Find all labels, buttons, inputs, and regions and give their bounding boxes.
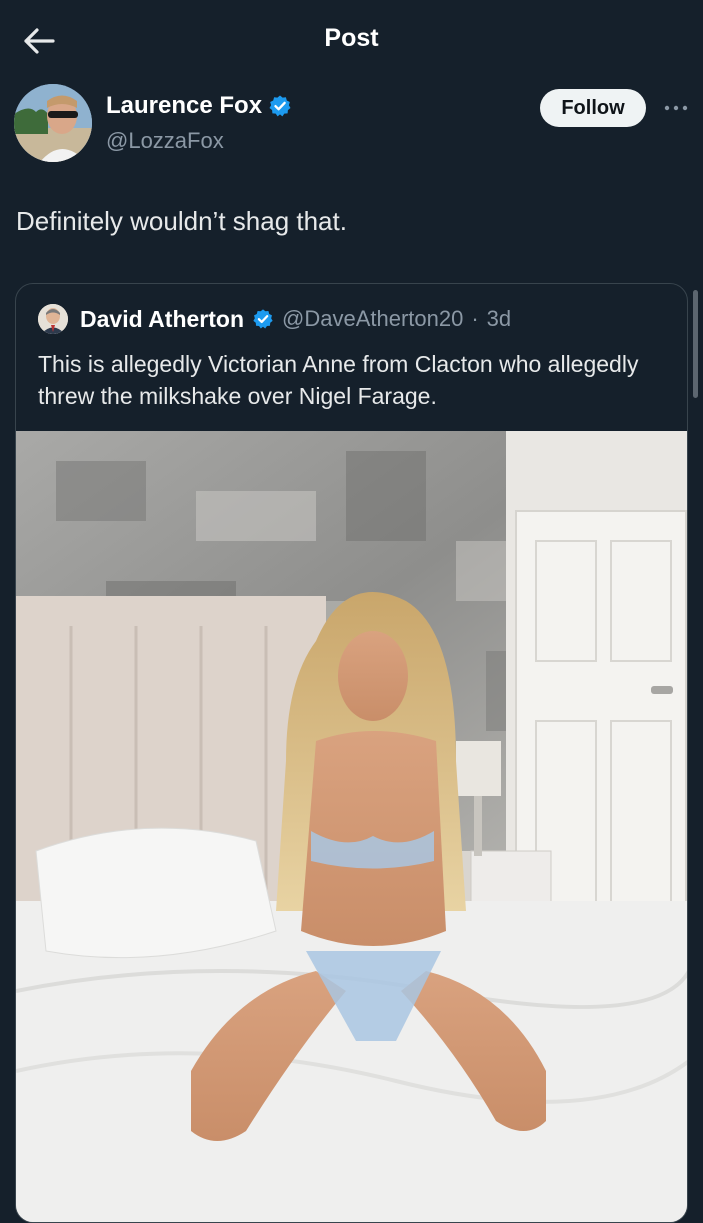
more-options-button[interactable] (662, 94, 690, 122)
avatar-image (14, 84, 92, 162)
more-dots-icon (664, 105, 688, 111)
quoted-post-text: This is allegedly Victorian Anne from Cl… (38, 351, 639, 409)
quoted-post-age[interactable]: 3d (487, 306, 511, 332)
quoted-media-image[interactable] (16, 431, 687, 1222)
verified-badge-icon (253, 309, 273, 329)
verified-badge-icon (269, 95, 291, 117)
quoted-post[interactable]: David Atherton @DaveAtherton20 · 3d This… (15, 283, 688, 1223)
quoted-avatar (38, 304, 68, 334)
photo-placeholder (16, 431, 687, 1222)
post-author-row: Laurence Fox @LozzaFox Follow (14, 84, 694, 166)
quoted-author-name[interactable]: David Atherton (80, 306, 244, 333)
post-text: Definitely wouldn’t shag that. (16, 206, 347, 236)
author-name-line: Laurence Fox (106, 92, 292, 120)
author-handle[interactable]: @LozzaFox (106, 128, 224, 154)
page-title: Post (324, 24, 379, 52)
avatar[interactable] (14, 84, 92, 162)
top-bar: Post (0, 0, 703, 82)
quoted-author-handle[interactable]: @DaveAtherton20 (282, 306, 463, 332)
meta-separator: · (471, 306, 479, 331)
scrollbar[interactable] (693, 290, 698, 398)
quoted-author-row: David Atherton @DaveAtherton20 · 3d (38, 304, 511, 334)
follow-button[interactable]: Follow (540, 89, 646, 127)
author-name[interactable]: Laurence Fox (106, 92, 262, 120)
